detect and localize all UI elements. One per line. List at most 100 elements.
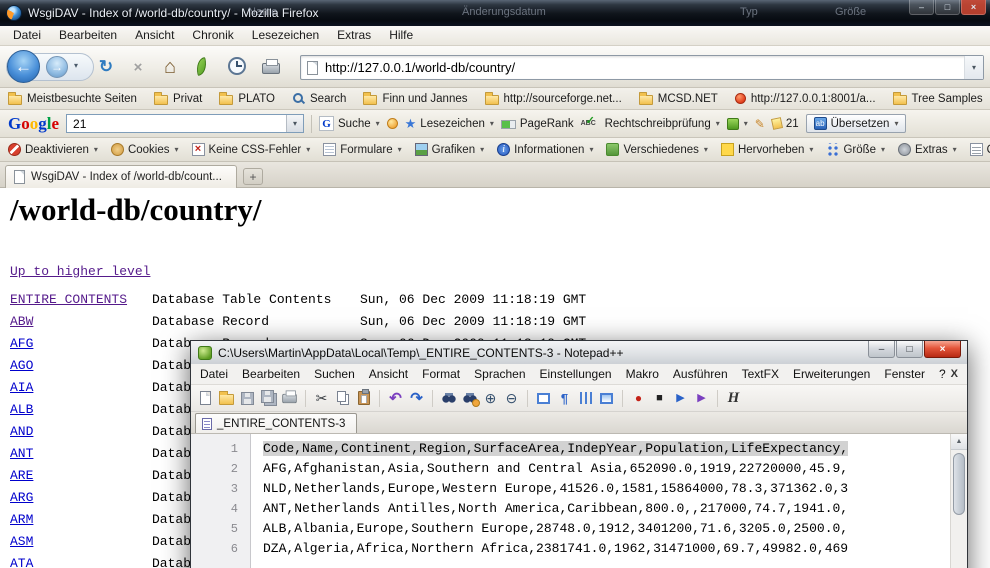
show-symbols-icon[interactable]: ¶ (556, 390, 573, 407)
save-icon[interactable] (241, 392, 254, 405)
google-bookmarks-button[interactable]: ★ Lesezeichen ▾ (405, 116, 494, 132)
menu-item[interactable]: Ausführen (666, 364, 735, 384)
close-document-icon[interactable]: X (951, 368, 958, 380)
indent-guide-icon[interactable] (580, 392, 592, 404)
webdev-menu-item[interactable]: Deaktivieren ▾ (8, 143, 98, 156)
scrollbar-thumb[interactable] (953, 453, 965, 515)
find-icon[interactable] (441, 392, 457, 405)
print-icon[interactable] (282, 393, 296, 402)
cut-icon[interactable]: ✂ (313, 390, 330, 407)
back-button[interactable]: ← (7, 50, 40, 83)
spellcheck-button[interactable]: ABC✓ Rechtschreibprüfung ▾ (581, 117, 720, 130)
entry-link[interactable]: AND (10, 424, 152, 439)
tab-wsgidav[interactable]: WsgiDAV - Index of /world-db/count... (5, 165, 237, 188)
sync-scroll-icon[interactable] (537, 393, 550, 404)
bookmark-item[interactable]: Meistbesuchte Seiten (8, 93, 137, 105)
scroll-up-icon[interactable]: ▲ (951, 434, 967, 450)
url-input[interactable]: http://127.0.0.1/world-db/country/ (318, 60, 964, 75)
forward-button[interactable]: → (46, 56, 68, 78)
entry-link[interactable]: AFG (10, 336, 152, 351)
menu-item[interactable]: Ansicht (362, 364, 415, 384)
close-button[interactable]: × (961, 0, 986, 15)
menu-item[interactable]: Ansicht (126, 26, 183, 45)
open-file-icon[interactable] (219, 394, 234, 405)
bookmark-item[interactable]: PLATO (219, 93, 275, 105)
bookmark-item[interactable]: Search (292, 92, 346, 105)
stop-button[interactable]: × (126, 55, 150, 79)
close-button[interactable]: × (924, 341, 961, 358)
wrap-icon[interactable] (600, 393, 613, 404)
menu-item[interactable]: Datei (193, 364, 235, 384)
bookmark-item[interactable]: Finn und Jannes (363, 93, 467, 105)
bookmark-item[interactable]: Tree Samples (893, 93, 983, 105)
entry-link[interactable]: ALB (10, 402, 152, 417)
document-tab[interactable]: _ENTIRE_CONTENTS-3 (195, 413, 357, 433)
translate-button[interactable]: ab Übersetzen ▾ (806, 114, 907, 133)
menu-item[interactable]: Datei (4, 26, 50, 45)
zoom-in-icon[interactable]: ⊕ (482, 390, 499, 407)
entry-link[interactable]: ATA (10, 556, 152, 568)
menu-item[interactable]: Format (415, 364, 467, 384)
menu-item[interactable]: Suchen (307, 364, 362, 384)
run-macro-multiple-icon[interactable]: ▶ (693, 390, 710, 407)
paste-icon[interactable] (358, 391, 370, 405)
menu-item[interactable]: Extras (328, 26, 380, 45)
webdev-menu-item[interactable]: Quelltext ▾ (970, 143, 990, 156)
copy-icon[interactable] (337, 391, 346, 402)
menu-item[interactable]: TextFX (735, 364, 786, 384)
entry-link[interactable]: ARE (10, 468, 152, 483)
webdev-menu-item[interactable]: Größe ▾ (826, 143, 885, 156)
google-search-input[interactable]: 21 ▾ (66, 114, 304, 133)
code-area[interactable]: Code,Name,Continent,Region,SurfaceArea,I… (251, 434, 950, 568)
home-button[interactable]: ⌂ (158, 55, 182, 79)
minimize-button[interactable]: – (868, 341, 895, 358)
menu-item[interactable]: Bearbeiten (235, 364, 307, 384)
new-tab-button[interactable]: + (243, 168, 263, 185)
play-macro-icon[interactable]: ▶ (672, 390, 689, 407)
entry-link[interactable]: AIA (10, 380, 152, 395)
entry-link[interactable]: AGO (10, 358, 152, 373)
menu-item[interactable]: Chronik (183, 26, 242, 45)
menu-item[interactable]: Fenster (877, 364, 932, 384)
history-clock-icon[interactable] (228, 57, 246, 75)
entry-link[interactable]: ANT (10, 446, 152, 461)
save-all-icon[interactable] (261, 390, 274, 403)
site-search-icon[interactable] (387, 118, 398, 129)
menu-item[interactable]: Lesezeichen (243, 26, 328, 45)
entry-link[interactable]: ARG (10, 490, 152, 505)
reload-button[interactable]: ↻ (94, 55, 118, 79)
url-bar[interactable]: http://127.0.0.1/world-db/country/ ▾ (300, 55, 984, 80)
entry-link[interactable]: ENTIRE CONTENTS (10, 292, 152, 307)
bookmark-item[interactable]: http://sourceforge.net... (485, 93, 622, 105)
bookmark-item[interactable]: Privat (154, 93, 202, 105)
menu-item[interactable]: ? (932, 364, 953, 384)
webdev-menu-item[interactable]: Extras ▾ (898, 143, 957, 156)
zoom-out-icon[interactable]: ⊖ (503, 390, 520, 407)
menu-item[interactable]: Makro (619, 364, 666, 384)
up-to-higher-level-link[interactable]: Up to higher level (10, 264, 150, 279)
menu-item[interactable]: Bearbeiten (50, 26, 126, 45)
editor[interactable]: 123456 Code,Name,Continent,Region,Surfac… (191, 434, 967, 568)
search-dropdown-icon[interactable]: ▾ (286, 115, 303, 132)
textfx-icon[interactable]: H (725, 390, 742, 407)
bookmark-item[interactable]: http://127.0.0.1:8001/a... (735, 93, 876, 105)
redo-icon[interactable]: ↷ (408, 390, 425, 407)
menu-item[interactable]: Erweiterungen (786, 364, 877, 384)
webdev-menu-item[interactable]: Keine CSS-Fehler ▾ (192, 143, 311, 156)
replace-icon[interactable] (462, 392, 478, 405)
send-to-button[interactable]: ▾ (727, 118, 748, 130)
maximize-button[interactable]: □ (935, 0, 960, 15)
webdev-menu-item[interactable]: Grafiken ▾ (415, 143, 484, 156)
history-dropdown-icon[interactable]: ▾ (74, 61, 78, 70)
highlight-term-button[interactable]: 21 (772, 118, 799, 130)
feed-leaf-icon[interactable] (194, 57, 208, 76)
record-macro-icon[interactable]: ● (630, 390, 647, 407)
webdev-menu-item[interactable]: Formulare ▾ (323, 143, 401, 156)
webdev-menu-item[interactable]: Cookies ▾ (111, 143, 179, 156)
new-file-icon[interactable] (200, 391, 211, 405)
google-search-button[interactable]: G Suche ▾ (319, 116, 380, 131)
print-icon[interactable] (262, 63, 280, 74)
bookmark-item[interactable]: MCSD.NET (639, 93, 718, 105)
menu-item[interactable]: Sprachen (467, 364, 532, 384)
minimize-button[interactable]: – (909, 0, 934, 15)
